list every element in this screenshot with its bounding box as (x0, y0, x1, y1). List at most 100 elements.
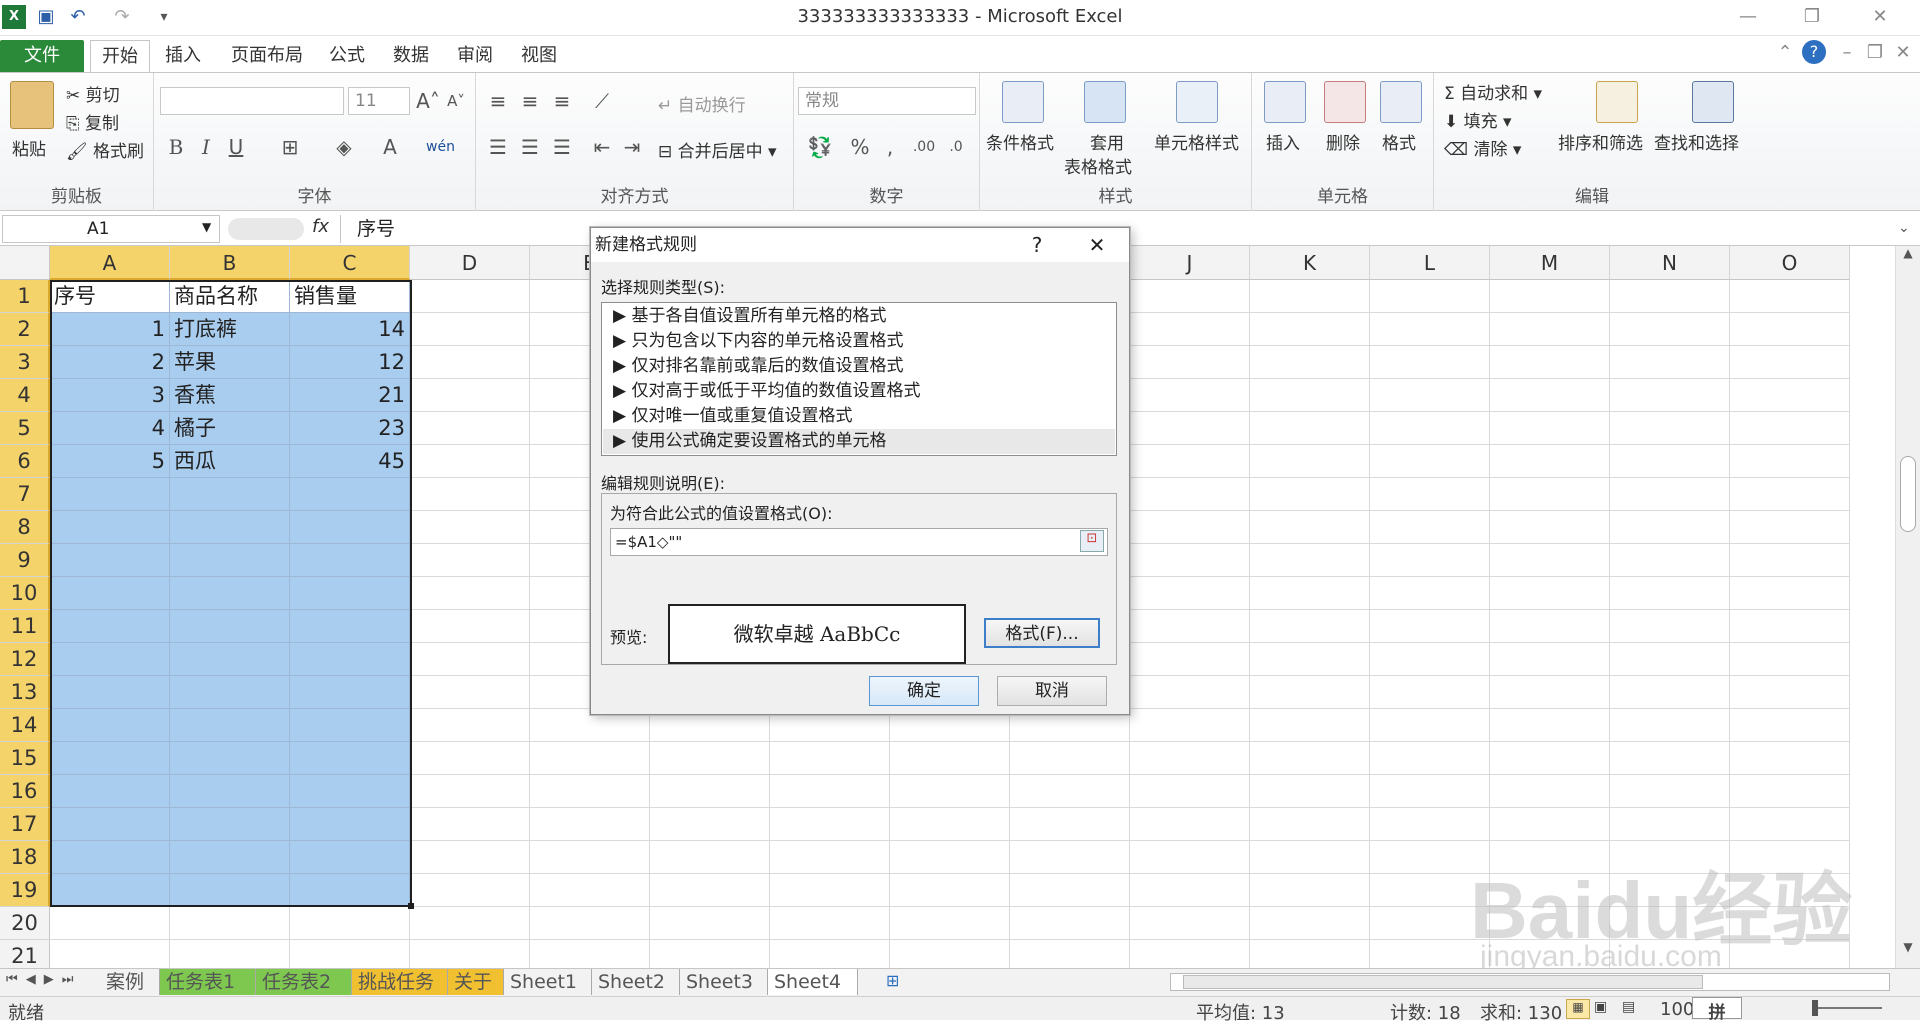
wb-minimize-icon[interactable]: – (1832, 40, 1862, 66)
sheet-tab-6[interactable]: Sheet1 (504, 969, 592, 995)
cell-o10[interactable] (1730, 577, 1850, 610)
cell-j21[interactable] (1130, 940, 1250, 968)
cell-l2[interactable] (1370, 313, 1490, 346)
row-header-13[interactable]: 13 (0, 676, 50, 709)
row-header-11[interactable]: 11 (0, 610, 50, 643)
cell-b13[interactable] (170, 676, 290, 709)
currency-icon[interactable]: 💱 (800, 133, 840, 161)
select-all-corner[interactable] (0, 246, 50, 280)
cell-n2[interactable] (1610, 313, 1730, 346)
cell-c7[interactable] (290, 478, 410, 511)
cell-b1[interactable]: 商品名称 (170, 280, 290, 313)
cell-l9[interactable] (1370, 544, 1490, 577)
cell-m8[interactable] (1490, 511, 1610, 544)
cell-a7[interactable] (50, 478, 170, 511)
cell-c3[interactable]: 12 (290, 346, 410, 379)
cell-j13[interactable] (1130, 676, 1250, 709)
cell-b5[interactable]: 橘子 (170, 412, 290, 445)
cell-i16[interactable] (1010, 775, 1130, 808)
cell-b16[interactable] (170, 775, 290, 808)
fill-color-icon[interactable]: ◈ (330, 133, 358, 161)
cell-j20[interactable] (1130, 907, 1250, 940)
cell-a5[interactable]: 4 (50, 412, 170, 445)
cell-a9[interactable] (50, 544, 170, 577)
clear-button[interactable]: ⌫ 清除 ▾ (1444, 135, 1521, 160)
cell-a18[interactable] (50, 841, 170, 874)
find-select-icon[interactable] (1692, 81, 1734, 123)
cell-i18[interactable] (1010, 841, 1130, 874)
cell-n16[interactable] (1610, 775, 1730, 808)
conditional-format-button[interactable]: 条件格式 (986, 129, 1054, 154)
row-header-14[interactable]: 14 (0, 709, 50, 742)
tab-insert[interactable]: 插入 (158, 40, 208, 72)
row-header-1[interactable]: 1 (0, 280, 50, 313)
scroll-up-icon[interactable]: ▲ (1898, 246, 1918, 266)
rule-type-item[interactable]: ▶ 仅对排名靠前或靠后的数值设置格式 (603, 354, 1115, 379)
cell-o9[interactable] (1730, 544, 1850, 577)
cell-h18[interactable] (890, 841, 1010, 874)
column-header-d[interactable]: D (410, 246, 530, 280)
align-middle-icon[interactable]: ≡ (516, 87, 544, 115)
cell-n11[interactable] (1610, 610, 1730, 643)
cell-o4[interactable] (1730, 379, 1850, 412)
cell-d14[interactable] (410, 709, 530, 742)
cell-d20[interactable] (410, 907, 530, 940)
cell-o16[interactable] (1730, 775, 1850, 808)
cell-o17[interactable] (1730, 808, 1850, 841)
cell-o11[interactable] (1730, 610, 1850, 643)
cell-j2[interactable] (1130, 313, 1250, 346)
row-header-5[interactable]: 5 (0, 412, 50, 445)
cell-d4[interactable] (410, 379, 530, 412)
zoom-level[interactable]: 100 (1660, 999, 1694, 1020)
cell-g15[interactable] (770, 742, 890, 775)
cell-j14[interactable] (1130, 709, 1250, 742)
horizontal-scroll-thumb[interactable] (1183, 975, 1703, 989)
cell-b6[interactable]: 西瓜 (170, 445, 290, 478)
border-icon[interactable]: ⊞ (276, 133, 304, 161)
sheet-tab-8[interactable]: Sheet3 (680, 969, 768, 995)
delete-cells-icon[interactable] (1324, 81, 1366, 123)
cell-o3[interactable] (1730, 346, 1850, 379)
cell-m16[interactable] (1490, 775, 1610, 808)
cell-f16[interactable] (650, 775, 770, 808)
cell-a19[interactable] (50, 874, 170, 907)
insert-cells-button[interactable]: 插入 (1266, 129, 1300, 154)
cell-n4[interactable] (1610, 379, 1730, 412)
cell-f18[interactable] (650, 841, 770, 874)
expand-formula-icon[interactable]: ⌄ (1898, 220, 1910, 236)
row-header-19[interactable]: 19 (0, 874, 50, 907)
cell-o8[interactable] (1730, 511, 1850, 544)
cell-e18[interactable] (530, 841, 650, 874)
cell-l7[interactable] (1370, 478, 1490, 511)
sheet-tab-3[interactable]: 任务表2 (256, 969, 352, 995)
cell-b3[interactable]: 苹果 (170, 346, 290, 379)
cell-j17[interactable] (1130, 808, 1250, 841)
row-header-10[interactable]: 10 (0, 577, 50, 610)
row-header-3[interactable]: 3 (0, 346, 50, 379)
cell-a2[interactable]: 1 (50, 313, 170, 346)
rule-type-item[interactable]: ▶ 仅对高于或低于平均值的数值设置格式 (603, 379, 1115, 404)
row-header-6[interactable]: 6 (0, 445, 50, 478)
cell-a20[interactable] (50, 907, 170, 940)
increase-indent-icon[interactable]: ⇥ (618, 133, 646, 161)
cell-j6[interactable] (1130, 445, 1250, 478)
cell-a12[interactable] (50, 643, 170, 676)
cell-h21[interactable] (890, 940, 1010, 968)
cell-c9[interactable] (290, 544, 410, 577)
cell-l15[interactable] (1370, 742, 1490, 775)
cancel-button[interactable]: 取消 (997, 676, 1107, 706)
cell-l8[interactable] (1370, 511, 1490, 544)
sort-filter-icon[interactable] (1596, 81, 1638, 123)
vertical-scroll-thumb[interactable] (1900, 456, 1916, 532)
cell-c10[interactable] (290, 577, 410, 610)
zoom-slider[interactable] (1812, 1007, 1882, 1009)
wrap-text-button[interactable]: ↵ 自动换行 (658, 91, 746, 116)
increase-decimal-icon[interactable]: .00 (910, 133, 938, 161)
cell-l12[interactable] (1370, 643, 1490, 676)
cell-f17[interactable] (650, 808, 770, 841)
italic-button[interactable]: I (192, 133, 220, 161)
cell-e21[interactable] (530, 940, 650, 968)
cell-i19[interactable] (1010, 874, 1130, 907)
cell-b17[interactable] (170, 808, 290, 841)
bold-button[interactable]: B (162, 133, 190, 161)
